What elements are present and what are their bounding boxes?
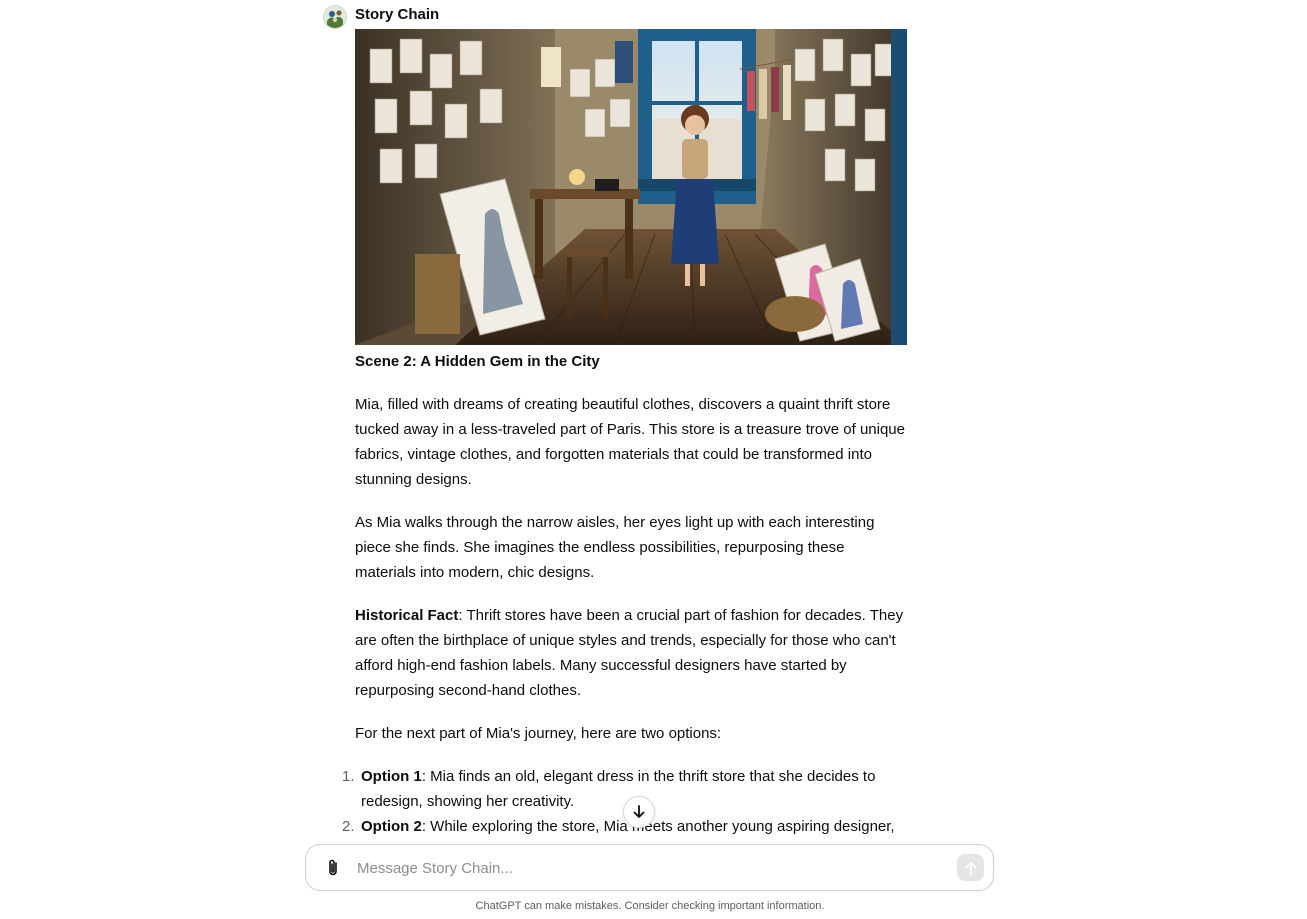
arrow-down-icon <box>633 805 645 818</box>
scroll-to-bottom-button[interactable] <box>623 796 655 828</box>
message-input[interactable] <box>355 853 939 884</box>
option-label: Option 1 <box>361 768 422 785</box>
option-number: 1. <box>342 768 355 785</box>
arrow-up-icon <box>965 861 976 875</box>
girl-in-atelier-image <box>355 29 907 345</box>
option-text: : While exploring the store, Mia meets a… <box>421 818 895 835</box>
option-number: 2. <box>342 818 355 835</box>
conversation-thread[interactable]: Story Chain Scene 2: A Hidden Gem in the… <box>0 0 1307 845</box>
options-intro: For the next part of Mia's journey, here… <box>355 725 722 742</box>
story-chain-avatar-icon <box>323 5 347 29</box>
message-author: Story Chain <box>355 6 440 23</box>
scene-title: Scene 2: A Hidden Gem in the City <box>355 353 600 370</box>
send-button[interactable] <box>957 854 984 881</box>
disclaimer-text: ChatGPT can make mistakes. Consider chec… <box>475 900 825 912</box>
historical-fact-label: Historical Fact <box>355 607 459 624</box>
message-composer <box>305 844 994 891</box>
story-paragraph: Mia, filled with dreams of creating beau… <box>355 396 905 488</box>
story-paragraph: As Mia walks through the narrow aisles, … <box>355 514 875 581</box>
option-label: Option 2 <box>361 818 422 835</box>
message-content: Scene 2: A Hidden Gem in the City Mia, f… <box>342 349 907 839</box>
option-text: : Mia finds an old, elegant dress in the… <box>361 768 876 810</box>
paperclip-icon[interactable] <box>323 858 343 878</box>
historical-fact: Historical Fact: Thrift stores have been… <box>355 603 907 703</box>
